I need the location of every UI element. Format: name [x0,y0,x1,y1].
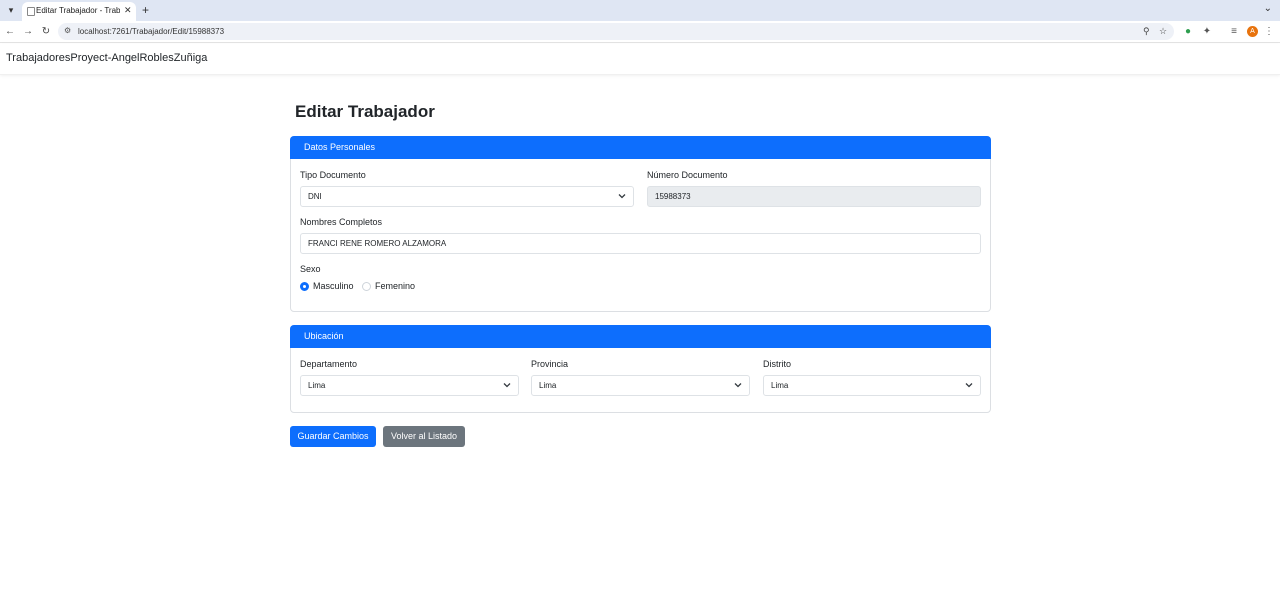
reload-icon[interactable]: ↻ [40,25,52,39]
menu-icon[interactable]: ⋮ [1263,26,1275,38]
nombres-field[interactable]: FRANCI RENE ROMERO ALZAMORA [300,233,981,254]
distrito-label: Distrito [763,359,792,369]
card-header-title: Ubicación [304,331,344,341]
radio-femenino[interactable] [362,282,371,291]
numero-documento-label: Número Documento [647,170,728,180]
bookmark-star-icon[interactable]: ☆ [1159,26,1167,37]
provincia-value: Lima [539,381,557,390]
extensions-puzzle-icon[interactable]: ✦ [1201,26,1213,38]
radio-femenino-label[interactable]: Femenino [375,281,415,291]
site-info-icon[interactable]: ⚙ [64,26,71,35]
card-header-personal: Datos Personales [290,136,991,159]
page-title: Editar Trabajador [295,102,435,121]
forward-icon[interactable]: → [22,25,34,39]
chevron-down-icon [618,194,626,199]
media-icon[interactable]: ≡ [1228,26,1240,38]
departamento-label: Departamento [300,359,358,369]
personal-data-card: Datos Personales Tipo Documento DNI Núme… [290,136,991,312]
sexo-label: Sexo [300,264,321,274]
chevron-down-icon [965,383,973,388]
tab-close-icon[interactable]: ✕ [124,5,132,16]
nombres-label: Nombres Completos [300,217,383,227]
tipo-documento-select[interactable]: DNI [300,186,634,207]
distrito-value: Lima [771,381,789,390]
app-navbar: TrabajadoresProyect-AngelRoblesZuñiga [0,44,1280,75]
address-bar[interactable]: ⚙ localhost:7261/Trabajador/Edit/1598837… [58,23,1174,40]
profile-avatar[interactable]: A [1247,26,1258,37]
browser-tab[interactable]: Editar Trabajador - TrabajadoresP ✕ [22,2,136,21]
location-card: Ubicación Departamento Lima Provincia Li… [290,325,991,413]
favicon-icon [27,7,35,16]
card-header-location: Ubicación [290,325,991,348]
radio-masculino[interactable] [300,282,309,291]
browser-tab-strip: ▾ Editar Trabajador - TrabajadoresP ✕ + … [0,0,1280,21]
zoom-icon[interactable]: ⚲ [1143,26,1150,37]
save-changes-button[interactable]: Guardar Cambios [290,426,376,447]
card-header-title: Datos Personales [304,142,376,152]
window-control-icon[interactable]: ⌄ [1264,3,1272,14]
tipo-documento-label: Tipo Documento [300,170,366,180]
browser-toolbar: ← → ↻ ⚙ localhost:7261/Trabajador/Edit/1… [0,21,1280,43]
departamento-select[interactable]: Lima [300,375,519,396]
provincia-select[interactable]: Lima [531,375,750,396]
tab-menu-icon[interactable]: ▾ [4,3,18,17]
back-icon[interactable]: ← [4,25,16,39]
tab-title: Editar Trabajador - TrabajadoresP [36,6,120,15]
chevron-down-icon [734,383,742,388]
radio-masculino-label[interactable]: Masculino [313,281,354,291]
back-to-list-button[interactable]: Volver al Listado [383,426,465,447]
departamento-value: Lima [308,381,326,390]
url-text[interactable]: localhost:7261/Trabajador/Edit/15988373 [78,27,224,36]
distrito-select[interactable]: Lima [763,375,981,396]
chevron-down-icon [503,383,511,388]
navbar-brand[interactable]: TrabajadoresProyect-AngelRoblesZuñiga [6,52,207,64]
numero-documento-field[interactable]: 15988373 [647,186,981,207]
new-tab-button[interactable]: + [142,3,149,17]
extension-green-icon[interactable]: ● [1182,26,1194,38]
tipo-documento-value: DNI [308,192,322,201]
numero-documento-value: 15988373 [655,192,691,201]
nombres-value: FRANCI RENE ROMERO ALZAMORA [308,239,447,248]
provincia-label: Provincia [531,359,569,369]
